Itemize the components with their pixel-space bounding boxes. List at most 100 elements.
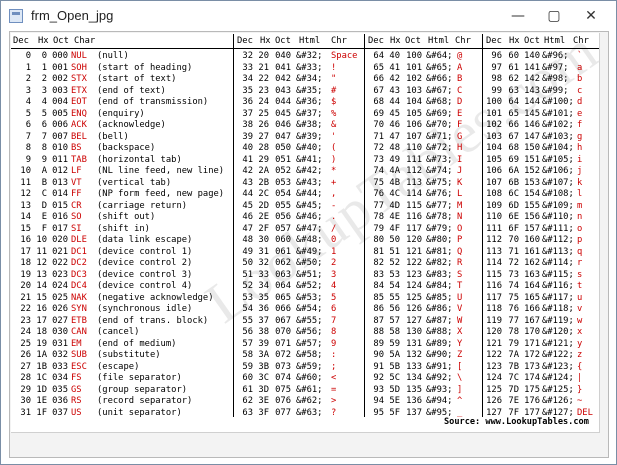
- ctrl-hex: 18: [36, 327, 47, 337]
- close-button[interactable]: ✕: [574, 4, 608, 28]
- g3-chr: U: [457, 292, 463, 303]
- table-row: 27 1B 033 ESC (escape) 59 3B 073 &#59;; 91 5B 133 &#…: [11, 362, 599, 374]
- g2-html: &#60;: [296, 373, 323, 383]
- g4-chr: m: [577, 200, 583, 211]
- g4-oct: 144: [524, 97, 540, 107]
- ctrl-hex: 17: [36, 315, 47, 326]
- g3-chr: @: [457, 51, 463, 61]
- table-row: 7 7 007 BEL (bell) 39 27 047 &#39; ' 71 47 107 &#71; G…: [11, 132, 599, 144]
- ctrl-oct: 036: [52, 396, 68, 406]
- g3-chr: \: [457, 373, 463, 383]
- g4-hex: 7A: [508, 350, 519, 360]
- g3-hex: 5B: [389, 361, 400, 372]
- g4-html: &#113;: [542, 246, 574, 257]
- g4-html: &#103;: [542, 131, 574, 142]
- g4-html: &#118;: [542, 304, 574, 314]
- ctrl-hex: 2: [41, 74, 47, 84]
- table-row: 24 18 030 CAN (cancel) 56 38 070 &#56; 8 88 58 130 &#…: [11, 327, 599, 339]
- g2-dec: 34: [242, 74, 253, 84]
- ctrl-code: SOH: [71, 62, 87, 73]
- g2-html: &#47;: [296, 223, 323, 234]
- ctrl-oct: 007: [52, 131, 68, 142]
- g2-hex: 3F: [258, 407, 269, 418]
- ctrl-dec: 13: [20, 200, 31, 211]
- table-row: 26 1A 032 SUB (substitute) 58 3A 072 &#58;: 90 5A 1…: [11, 350, 599, 362]
- ctrl-hex: 15: [36, 292, 47, 303]
- ctrl-code: FS: [71, 373, 82, 383]
- g4-dec: 102: [486, 120, 502, 130]
- g3-html: &#90;: [426, 350, 453, 360]
- minimize-button[interactable]: —: [501, 4, 535, 28]
- table-row: 3 3 003 ETX (end of text) 35 23 043 &#35; #67 43 10…: [11, 86, 599, 98]
- g4-hex: 75: [508, 292, 519, 303]
- g3-oct: 132: [406, 350, 422, 360]
- g2-html: &#56;: [296, 327, 323, 337]
- g2-html: &#40;: [296, 143, 323, 153]
- g3-oct: 107: [406, 131, 422, 142]
- g2-html: &#42;: [296, 166, 323, 176]
- ctrl-description: (file separator): [97, 373, 182, 383]
- ctrl-oct: 034: [52, 373, 68, 383]
- window-title: frm_Open_jpg: [31, 8, 114, 23]
- g3-oct: 103: [406, 85, 422, 96]
- ctrl-dec: 31: [20, 407, 31, 418]
- g4-hex: 71: [508, 246, 519, 257]
- g2-chr: ,: [331, 189, 337, 199]
- g2-hex: 28: [258, 143, 269, 153]
- ctrl-code: RS: [71, 396, 82, 406]
- ctrl-description: (device control 2): [97, 258, 193, 268]
- g3-html: &#70;: [426, 120, 453, 130]
- g4-hex: 77: [508, 315, 519, 326]
- table-row: 25 19 031 EM (end of medium) 57 39 071 &#57; 9 89 5…: [11, 339, 599, 351]
- ctrl-description: (start of heading): [97, 62, 193, 73]
- g2-chr: -: [331, 200, 337, 211]
- ctrl-hex: 1F: [36, 407, 47, 418]
- ctrl-code: SYN: [71, 304, 87, 314]
- g2-chr: 2: [331, 258, 337, 268]
- g2-chr: 5: [331, 292, 337, 303]
- g3-dec: 84: [373, 281, 384, 291]
- g4-oct: 174: [524, 373, 540, 383]
- g3-html: &#65;: [426, 62, 453, 73]
- g2-oct: 061: [275, 246, 291, 257]
- title-bar: frm_Open_jpg — ▢ ✕: [1, 1, 616, 31]
- g2-dec: 35: [242, 85, 253, 96]
- g2-oct: 060: [275, 235, 291, 245]
- table-row: 20 14 024 DC4 (device control 4) 52 34 064 &#52;…: [11, 281, 599, 293]
- g3-oct: 126: [406, 304, 422, 314]
- g3-oct: 111: [406, 154, 422, 165]
- ctrl-description: (escape): [97, 361, 140, 372]
- g3-hex: 56: [389, 304, 400, 314]
- ctrl-description: (NP form feed, new page): [97, 189, 225, 199]
- g3-hex: 5C: [389, 373, 400, 383]
- g4-chr: v: [577, 304, 583, 314]
- g2-html: &#32;: [296, 51, 323, 61]
- g2-dec: 52: [242, 281, 253, 291]
- g2-oct: 064: [275, 281, 291, 291]
- g3-hex: 42: [389, 74, 400, 84]
- ctrl-hex: 12: [36, 258, 47, 268]
- g2-chr: Space: [331, 51, 358, 61]
- table-row: 8 8 010 BS (backspace) 40 28 050 &#40; (72 48 110 &#…: [11, 143, 599, 155]
- g3-dec: 68: [373, 97, 384, 107]
- table-row: 2 2 002 STX (start of text) 34 22 042 &#34; " 66 42…: [11, 74, 599, 86]
- g4-chr: r: [577, 258, 583, 268]
- g4-html: &#110;: [542, 212, 574, 222]
- g3-oct: 117: [406, 223, 422, 234]
- g2-hex: 3B: [258, 361, 269, 372]
- g4-html: &#109;: [542, 200, 574, 211]
- ctrl-dec: 23: [20, 315, 31, 326]
- ctrl-description: (start of text): [97, 74, 177, 84]
- g4-chr: `: [577, 51, 583, 61]
- g3-html: &#94;: [426, 396, 453, 406]
- g3-oct: 116: [406, 212, 422, 222]
- g3-dec: 64: [373, 51, 384, 61]
- g3-html: &#82;: [426, 258, 453, 268]
- g2-chr: *: [331, 166, 337, 176]
- g4-chr: o: [577, 223, 583, 234]
- g3-chr: O: [457, 223, 463, 234]
- g4-hex: 67: [508, 131, 519, 142]
- ctrl-dec: 1: [25, 62, 31, 73]
- g4-html: &#122;: [542, 350, 574, 360]
- g2-oct: 041: [275, 62, 291, 73]
